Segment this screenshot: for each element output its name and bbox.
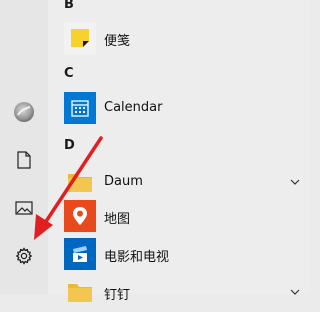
- app-label: Calendar: [104, 100, 163, 115]
- documents-button[interactable]: [0, 140, 48, 180]
- app-label: Daum: [104, 174, 143, 189]
- sticky-notes-icon: [64, 22, 96, 54]
- app-label: 便笺: [104, 34, 131, 49]
- folder-icon: [64, 166, 96, 198]
- pictures-icon: [15, 201, 33, 215]
- app-item-calendar[interactable]: Calendar: [48, 88, 309, 128]
- document-icon: [17, 151, 31, 169]
- app-item-sticky-notes[interactable]: 便笺: [48, 18, 309, 58]
- avatar: [14, 102, 34, 122]
- calendar-icon: [64, 92, 96, 124]
- chevron-down-icon[interactable]: [289, 176, 301, 188]
- app-item-dingtalk[interactable]: 钉钉: [48, 272, 309, 312]
- start-menu-rail: [0, 0, 48, 294]
- app-label: 地图: [104, 212, 131, 227]
- app-label: 电影和电视: [104, 250, 170, 265]
- chevron-down-icon[interactable]: [289, 286, 301, 298]
- settings-icon: [15, 247, 33, 265]
- settings-button[interactable]: [0, 236, 48, 276]
- section-header-c[interactable]: C: [64, 66, 74, 81]
- section-header-d[interactable]: D: [64, 138, 75, 153]
- maps-icon: [64, 200, 96, 232]
- pictures-button[interactable]: [0, 188, 48, 228]
- app-item-maps[interactable]: 地图: [48, 196, 309, 236]
- section-header-b[interactable]: B: [64, 0, 74, 12]
- app-item-movies-tv[interactable]: 电影和电视: [48, 234, 309, 274]
- app-list[interactable]: B 便笺 C Calendar D Daum 地图 电影和电视 钉钉: [48, 0, 309, 303]
- folder-icon: [64, 276, 96, 308]
- user-avatar-button[interactable]: [0, 92, 48, 132]
- movies-tv-icon: [64, 238, 96, 270]
